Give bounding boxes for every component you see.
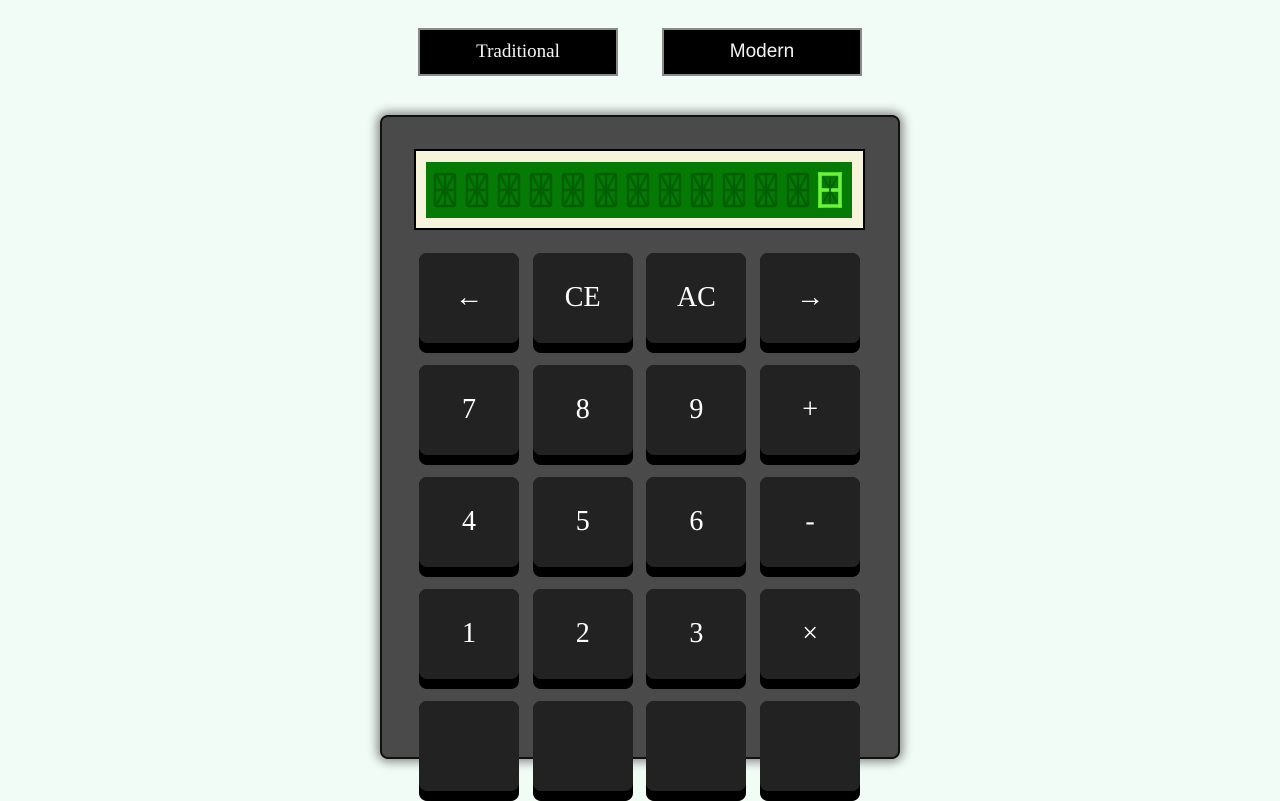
digit-1-key[interactable]: 1 (419, 589, 519, 689)
key-label: - (760, 477, 861, 567)
key-label: ← (419, 253, 519, 343)
digit-7-key[interactable]: 7 (419, 365, 519, 465)
key-label: AC (646, 253, 747, 343)
display-digit (432, 171, 458, 209)
key-label: 3 (646, 589, 747, 679)
lcd-display (426, 162, 852, 218)
all-clear-key[interactable]: AC (646, 253, 747, 353)
key-label (419, 701, 519, 791)
display-digit (689, 171, 715, 209)
key-label (760, 701, 861, 791)
key-label: 7 (419, 365, 519, 455)
display-digit (593, 171, 619, 209)
digit-8-key[interactable]: 8 (532, 365, 633, 465)
key[interactable] (419, 701, 519, 801)
digit-2-key[interactable]: 2 (532, 589, 633, 689)
display-digit (560, 171, 586, 209)
traditional-mode-button[interactable]: Traditional (418, 28, 618, 76)
key-label: 8 (532, 365, 633, 455)
clear-entry-key[interactable]: CE (532, 253, 633, 353)
digit-4-key[interactable]: 4 (419, 477, 519, 577)
display-cursor-digit (817, 171, 843, 209)
display-digit (464, 171, 490, 209)
digit-3-key[interactable]: 3 (646, 589, 747, 689)
display-frame (414, 149, 865, 230)
display-digit (528, 171, 554, 209)
key[interactable] (532, 701, 633, 801)
display-digit (625, 171, 651, 209)
key-label: 2 (532, 589, 633, 679)
digit-9-key[interactable]: 9 (646, 365, 747, 465)
key-label: × (760, 589, 861, 679)
plus-key[interactable]: + (760, 365, 861, 465)
calculator-body: ← CE AC → 7 8 9 +4 5 6- 1 2 3 × (380, 115, 900, 801)
key-label: 9 (646, 365, 747, 455)
display-digit (496, 171, 522, 209)
key-label (532, 701, 633, 791)
key-label: 6 (646, 477, 747, 567)
key[interactable] (760, 701, 861, 801)
key-label: 5 (532, 477, 633, 567)
right-arrow-key[interactable]: → (760, 253, 861, 353)
digit-6-key[interactable]: 6 (646, 477, 747, 577)
minus-key[interactable]: - (760, 477, 861, 577)
display-digit (753, 171, 779, 209)
key-label: 4 (419, 477, 519, 567)
key-label (646, 701, 747, 791)
key[interactable] (646, 701, 747, 801)
digit-5-key[interactable]: 5 (532, 477, 633, 577)
display-digit (721, 171, 747, 209)
display-digit (785, 171, 811, 209)
key-label: → (760, 253, 861, 343)
key-label: + (760, 365, 861, 455)
key-label: CE (532, 253, 633, 343)
multiply-key[interactable]: × (760, 589, 861, 689)
display-digit (657, 171, 683, 209)
key-label: 1 (419, 589, 519, 679)
left-arrow-key[interactable]: ← (419, 253, 519, 353)
modern-mode-button[interactable]: Modern (662, 28, 862, 76)
